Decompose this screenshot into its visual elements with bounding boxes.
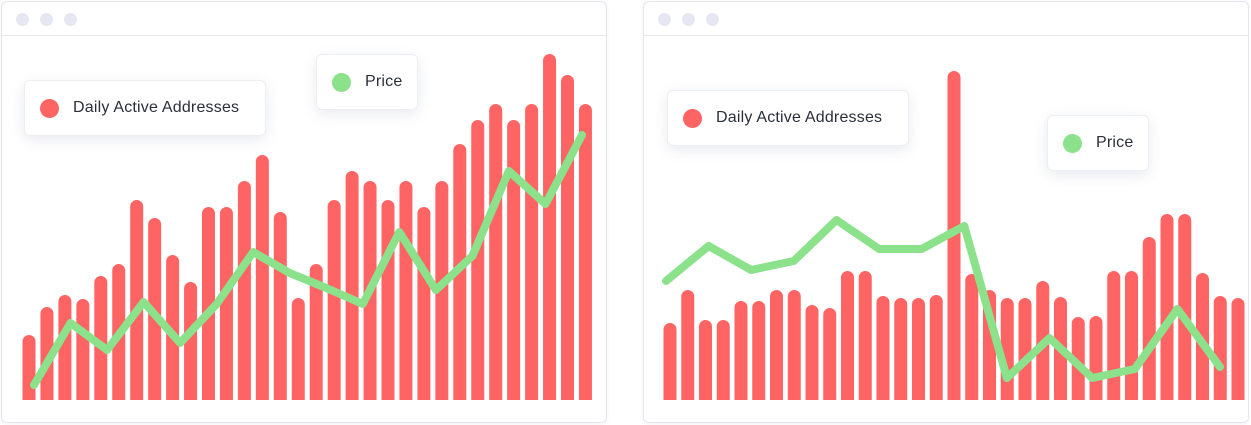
bar — [219, 207, 233, 406]
line-swatch-icon — [332, 72, 351, 92]
bar — [1125, 271, 1138, 406]
bar — [841, 271, 854, 406]
baseline-mask — [644, 400, 1248, 422]
bar — [381, 200, 395, 406]
bar — [787, 290, 801, 406]
legend-price: Price — [1047, 115, 1149, 171]
bar — [929, 295, 943, 406]
legend-price: Price — [316, 54, 418, 110]
bar — [525, 104, 539, 406]
bar — [876, 296, 890, 406]
legend-label: Price — [1096, 134, 1134, 151]
bar — [699, 320, 712, 406]
legend-label: Daily Active Addresses — [73, 99, 240, 116]
bar — [1231, 298, 1245, 406]
chart-window-left: Daily Active Addresses Price — [1, 1, 607, 423]
bar — [858, 271, 872, 406]
chart-window-right: Daily Active Addresses Price — [643, 1, 1249, 423]
bar — [399, 181, 413, 406]
bar — [543, 54, 557, 406]
bar — [489, 104, 503, 406]
bar — [770, 290, 783, 406]
bar — [752, 301, 766, 406]
bar — [417, 207, 431, 406]
bar-swatch-icon — [40, 98, 59, 118]
bar — [273, 212, 287, 406]
bar — [681, 290, 695, 406]
bar — [255, 155, 269, 406]
bar — [76, 299, 90, 406]
bar — [471, 120, 485, 406]
legend-label: Price — [365, 73, 403, 90]
bar — [1107, 271, 1121, 406]
legend-daily-active-addresses: Daily Active Addresses — [667, 90, 909, 146]
bar — [561, 75, 574, 406]
bar — [237, 181, 251, 406]
bar — [894, 298, 908, 406]
bar — [805, 305, 819, 406]
bar — [58, 295, 72, 406]
bar — [1160, 214, 1174, 406]
bar-swatch-icon — [683, 108, 702, 128]
bar — [578, 104, 592, 406]
bar — [1142, 237, 1156, 406]
bar — [184, 282, 198, 406]
bar — [663, 323, 677, 406]
combo-chart-right — [644, 71, 1248, 422]
combo-chart-left — [2, 54, 606, 422]
bar — [345, 171, 359, 406]
bar — [912, 298, 925, 406]
bar — [1089, 316, 1103, 406]
baseline-mask — [2, 400, 606, 422]
bar — [965, 274, 979, 406]
bar — [734, 301, 748, 406]
bar — [716, 320, 730, 406]
bar — [823, 308, 837, 406]
bar — [22, 335, 36, 406]
legend-label: Daily Active Addresses — [716, 109, 883, 126]
bar — [1213, 296, 1227, 406]
legend-daily-active-addresses: Daily Active Addresses — [24, 80, 266, 136]
bar — [291, 298, 305, 406]
bar — [327, 200, 341, 406]
bar — [507, 120, 521, 406]
line-swatch-icon — [1063, 133, 1082, 153]
